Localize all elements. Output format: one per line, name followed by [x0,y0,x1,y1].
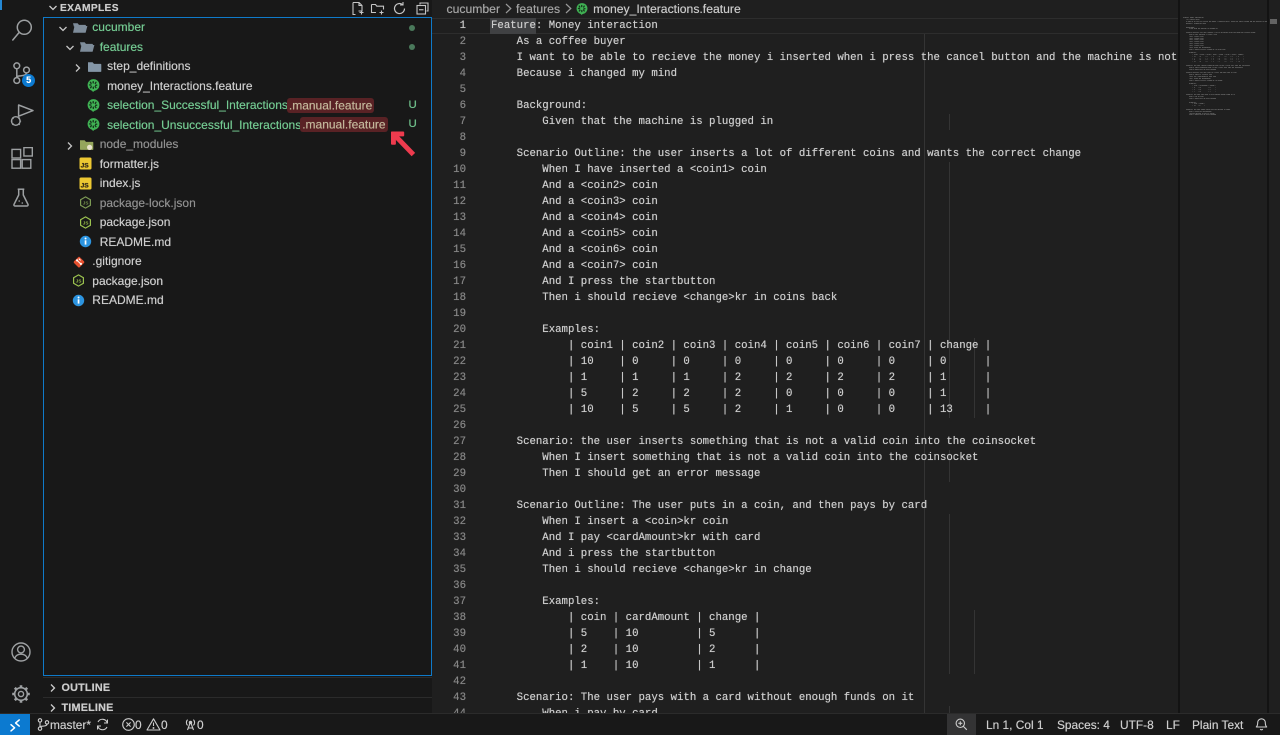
svg-text:JS: JS [81,182,90,189]
svg-text:JS: JS [83,220,89,225]
svg-text:JS: JS [76,278,82,283]
svg-text:JS: JS [81,163,90,170]
svg-text:JS: JS [83,200,89,205]
